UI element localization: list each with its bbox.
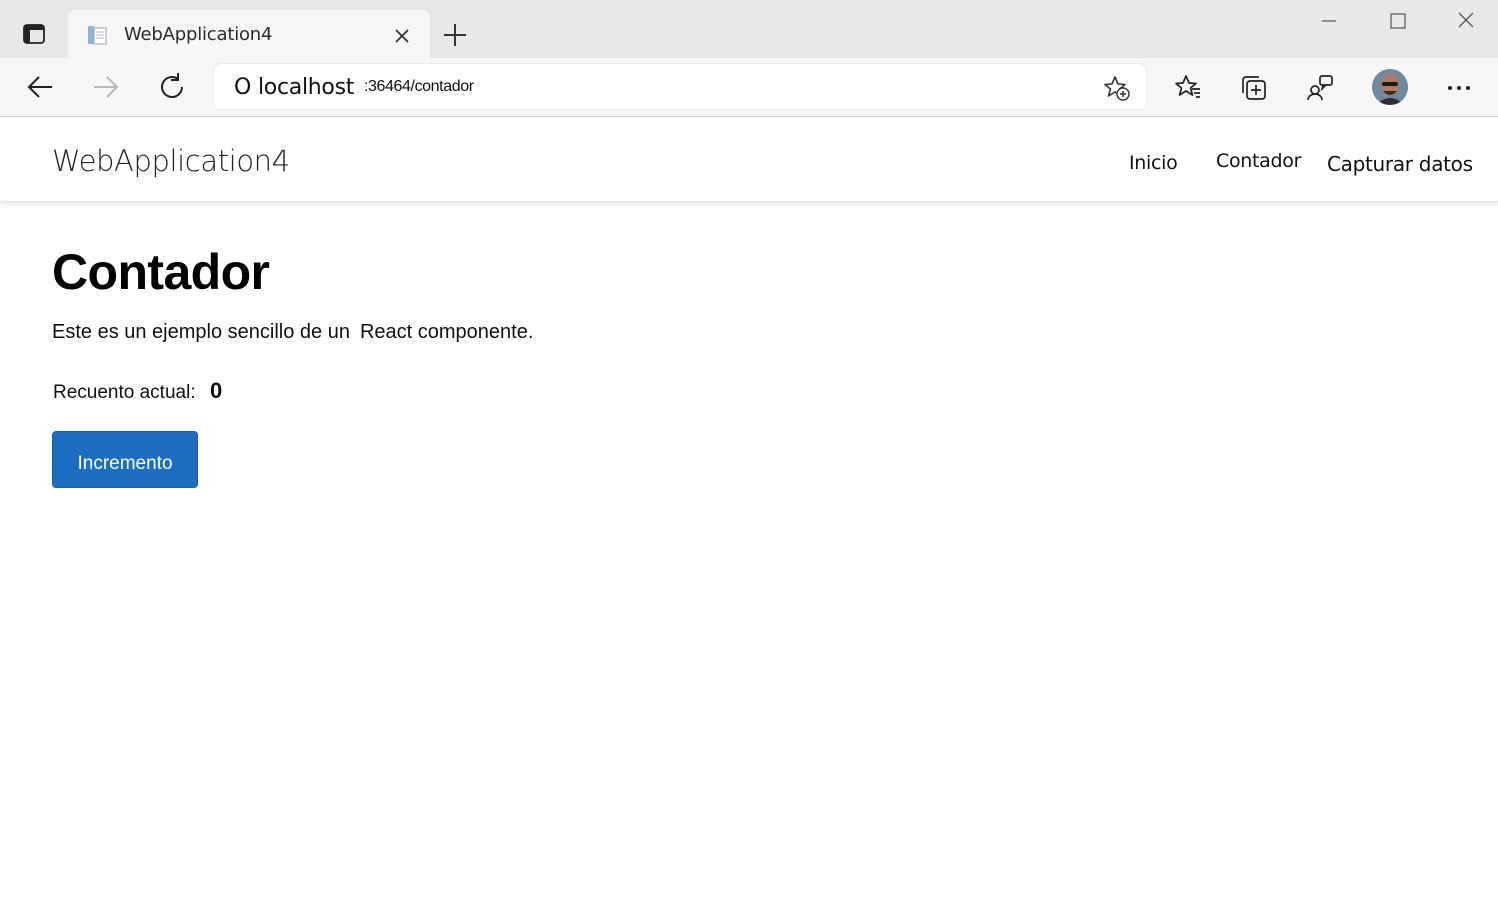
count-label: Recuento actual:	[53, 382, 196, 403]
feedback-icon[interactable]	[1304, 72, 1336, 104]
page-icon	[86, 24, 108, 46]
app-brand[interactable]: WebApplication4	[52, 144, 290, 178]
collections-icon[interactable]	[1238, 72, 1270, 104]
more-icon[interactable]	[1443, 72, 1475, 104]
maximize-icon[interactable]	[1380, 6, 1414, 36]
tab-close-icon[interactable]	[390, 24, 414, 48]
intro-text-part1: Este es un ejemplo sencillo de un	[52, 321, 350, 343]
browser-tabstrip: WebApplication4	[0, 0, 1498, 58]
minimize-icon[interactable]	[1312, 6, 1346, 36]
app-navbar: WebApplication4 Inicio Contador Capturar…	[0, 118, 1498, 202]
count-value: 0	[210, 378, 223, 403]
tab-actions-icon[interactable]	[14, 14, 54, 54]
avatar[interactable]	[1372, 69, 1408, 105]
favorites-icon[interactable]	[1172, 72, 1204, 104]
address-prefix: O	[234, 75, 252, 100]
browser-tab[interactable]: WebApplication4	[68, 10, 430, 58]
page-title: Contador	[52, 244, 270, 300]
browser-toolbar: O localhost :36464/contador	[0, 58, 1498, 117]
address-host: localhost	[258, 75, 355, 100]
window-close-icon[interactable]	[1449, 6, 1483, 36]
arrow-right-icon[interactable]	[88, 70, 124, 104]
increment-button[interactable]: Incremento	[52, 431, 198, 488]
address-bar[interactable]: O localhost :36464/contador	[214, 64, 1146, 109]
new-tab-plus-icon[interactable]	[440, 20, 470, 50]
nav-link-capturar-datos[interactable]: Capturar datos	[1327, 152, 1473, 176]
address-path: :36464/contador	[364, 78, 474, 95]
arrow-left-icon[interactable]	[22, 70, 58, 104]
intro-text-part2: React componente.	[359, 321, 534, 343]
intro-text: Este es un ejemplo sencillo de un React c…	[52, 321, 533, 344]
nav-link-inicio[interactable]: Inicio	[1129, 152, 1178, 174]
star-plus-icon[interactable]	[1102, 74, 1132, 102]
nav-link-contador[interactable]: Contador	[1216, 150, 1301, 172]
refresh-icon[interactable]	[154, 70, 190, 104]
tab-title: WebApplication4	[124, 24, 273, 45]
